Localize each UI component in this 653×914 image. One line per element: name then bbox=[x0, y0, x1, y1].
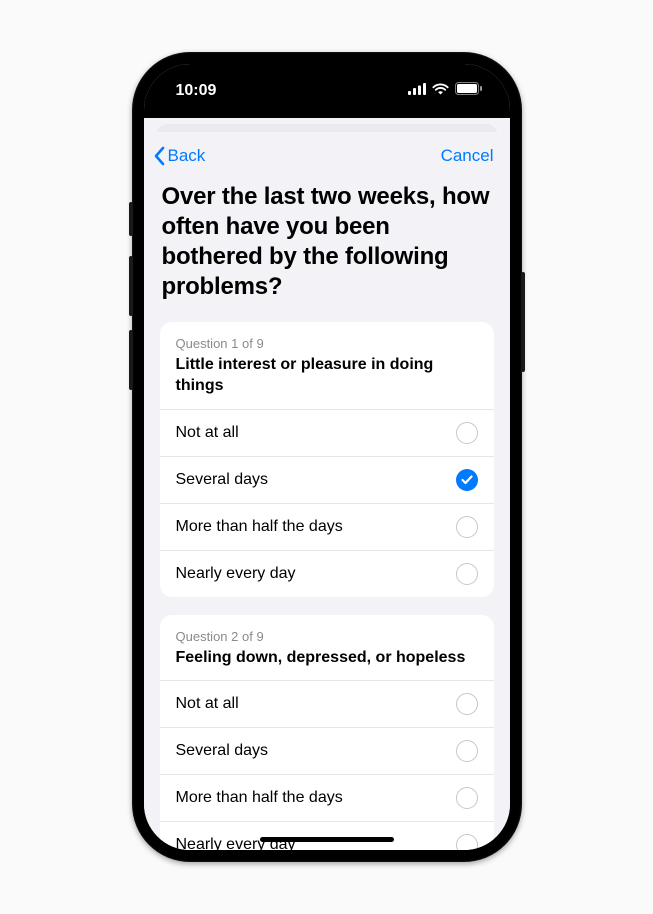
radio-empty-icon bbox=[456, 563, 478, 585]
question-counter: Question 1 of 9 bbox=[176, 336, 478, 351]
answer-option[interactable]: Several days bbox=[160, 456, 494, 503]
answer-option[interactable]: Nearly every day bbox=[160, 550, 494, 597]
answer-option[interactable]: More than half the days bbox=[160, 503, 494, 550]
option-label: Several days bbox=[176, 742, 269, 760]
dynamic-island bbox=[267, 80, 387, 114]
question-header: Question 2 of 9 Feeling down, depressed, … bbox=[160, 615, 494, 681]
back-label: Back bbox=[168, 146, 206, 166]
question-header: Question 1 of 9 Little interest or pleasu… bbox=[160, 322, 494, 409]
screen: 10:09 Back bbox=[144, 64, 510, 850]
answer-option[interactable]: More than half the days bbox=[160, 774, 494, 821]
option-label: Not at all bbox=[176, 695, 239, 713]
radio-empty-icon bbox=[456, 422, 478, 444]
answer-option[interactable]: Several days bbox=[160, 727, 494, 774]
questionnaire-sheet: Back Cancel Over the last two weeks, how… bbox=[144, 132, 510, 850]
cellular-icon bbox=[408, 82, 426, 100]
answer-option[interactable]: Not at all bbox=[160, 680, 494, 727]
question-card: Question 2 of 9 Feeling down, depressed, … bbox=[160, 615, 494, 850]
question-counter: Question 2 of 9 bbox=[176, 629, 478, 644]
back-button[interactable]: Back bbox=[154, 146, 206, 166]
home-indicator[interactable] bbox=[260, 837, 394, 842]
scroll-area[interactable]: Over the last two weeks, how often have … bbox=[144, 176, 510, 850]
cancel-button[interactable]: Cancel bbox=[441, 146, 494, 166]
side-button bbox=[129, 256, 133, 316]
chevron-left-icon bbox=[154, 146, 166, 166]
wifi-icon bbox=[432, 82, 449, 100]
nav-bar: Back Cancel bbox=[144, 132, 510, 176]
side-button bbox=[129, 202, 133, 236]
question-text: Little interest or pleasure in doing thi… bbox=[176, 355, 478, 397]
option-label: Not at all bbox=[176, 424, 239, 442]
side-button bbox=[129, 330, 133, 390]
radio-empty-icon bbox=[456, 834, 478, 850]
option-label: Nearly every day bbox=[176, 565, 296, 583]
radio-empty-icon bbox=[456, 787, 478, 809]
phone-frame: 10:09 Back bbox=[132, 52, 522, 862]
option-label: More than half the days bbox=[176, 789, 343, 807]
question-text: Feeling down, depressed, or hopeless bbox=[176, 648, 478, 669]
option-label: Several days bbox=[176, 471, 269, 489]
question-card: Question 1 of 9 Little interest or pleasu… bbox=[160, 322, 494, 597]
status-right bbox=[408, 82, 482, 100]
option-label: More than half the days bbox=[176, 518, 343, 536]
answer-option[interactable]: Nearly every day bbox=[160, 821, 494, 850]
battery-icon bbox=[455, 82, 482, 100]
radio-empty-icon bbox=[456, 740, 478, 762]
radio-empty-icon bbox=[456, 516, 478, 538]
page-title: Over the last two weeks, how often have … bbox=[162, 182, 492, 302]
radio-checked-icon bbox=[456, 469, 478, 491]
side-button bbox=[521, 272, 525, 372]
radio-empty-icon bbox=[456, 693, 478, 715]
answer-option[interactable]: Not at all bbox=[160, 409, 494, 456]
status-time: 10:09 bbox=[176, 82, 217, 100]
